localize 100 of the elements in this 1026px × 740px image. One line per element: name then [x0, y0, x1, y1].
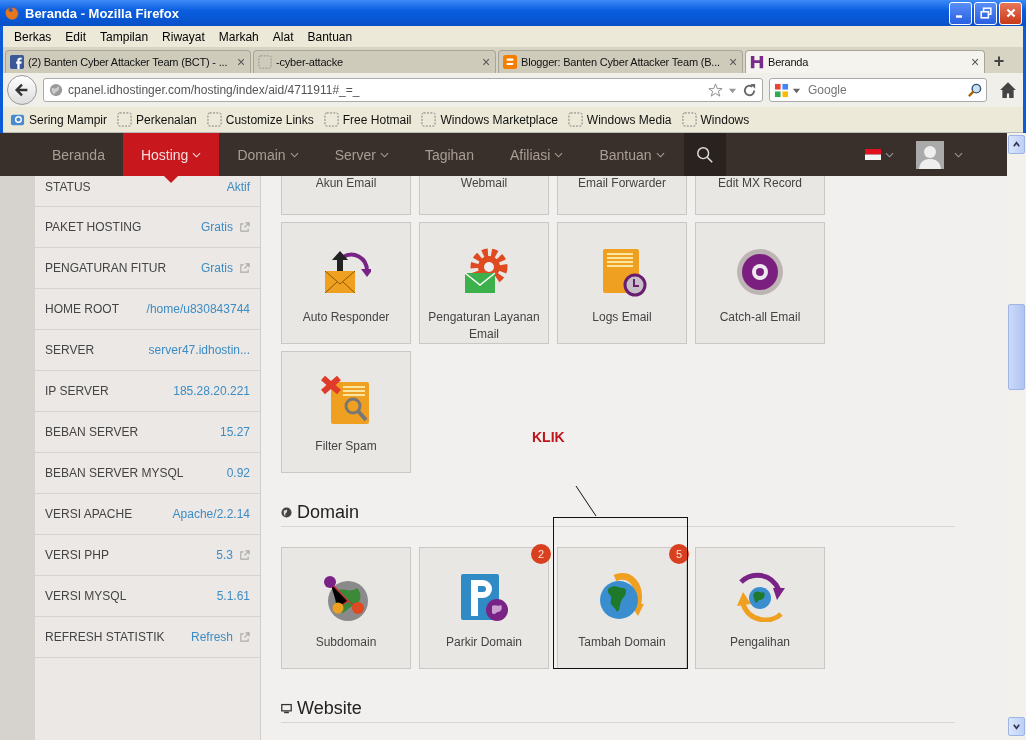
page-icon [323, 112, 339, 127]
scroll-thumb[interactable] [1008, 304, 1025, 390]
new-tab-button[interactable]: + [987, 50, 1011, 73]
bookmark-item[interactable]: Perkenalan [112, 112, 202, 127]
page-icon [258, 55, 272, 69]
bookmark-item[interactable]: Windows Marketplace [416, 112, 563, 127]
tile-label: Parkir Domain [445, 634, 523, 651]
flag-icon [865, 149, 881, 160]
menu-item[interactable]: Edit [58, 29, 94, 44]
tile-label: Edit MX Record [717, 175, 803, 192]
stat-label: BEBAN SERVER [45, 425, 140, 439]
globe-icon [49, 83, 63, 97]
chevron-down-icon [885, 151, 894, 158]
tab-close-button[interactable]: × [237, 54, 245, 70]
nav-tab[interactable]: Tagihan [406, 133, 492, 176]
tab-close-button[interactable]: × [482, 54, 490, 70]
feature-tile[interactable]: Email Forwarder [557, 176, 687, 215]
tile-label: Catch-all Email [718, 309, 802, 326]
tile-label: Subdomain [314, 634, 378, 651]
nav-tab[interactable]: Domain [219, 133, 317, 176]
feature-tile[interactable]: Akun Email [281, 176, 411, 215]
back-button[interactable] [7, 75, 37, 105]
feature-tile[interactable]: Catch-all Email [695, 222, 825, 344]
stat-label: BEBAN SERVER MYSQL [45, 466, 185, 480]
tab-close-button[interactable]: × [729, 54, 737, 70]
firefox-icon [4, 5, 20, 21]
tile-label: Akun Email [314, 175, 378, 192]
document-magnifier-icon [321, 376, 371, 426]
bookmark-item[interactable]: Free Hotmail [318, 112, 417, 127]
stat-label: PAKET HOSTING [45, 220, 143, 234]
browser-tab[interactable]: (2) Banten Cyber Attacker Team (BCT) - ... × [5, 50, 251, 73]
search-button[interactable] [683, 133, 726, 176]
search-input[interactable]: Google [804, 83, 964, 97]
address-field[interactable]: cpanel.idhostinger.com/hosting/index/aid/4711911#_=_ [43, 78, 763, 102]
folder-icon [10, 112, 25, 127]
bookmark-item[interactable]: Windows Media [562, 112, 677, 127]
menu-item[interactable]: Berkas [7, 29, 59, 44]
tile-label: Filter Spam [314, 438, 378, 455]
feature-tile[interactable]: Pengaturan Layanan Email [419, 222, 549, 344]
scroll-up-button[interactable] [1008, 135, 1025, 154]
search-icon [695, 145, 714, 164]
bookmark-item[interactable]: Customize Links [201, 112, 319, 127]
parking-globe-icon [459, 572, 509, 622]
bookmark-item[interactable]: Windows [676, 112, 755, 127]
menu-item[interactable]: Riwayat [155, 29, 212, 44]
feature-tile[interactable]: Logs Email [557, 222, 687, 344]
home-icon[interactable] [999, 81, 1017, 99]
browser-tab[interactable]: Blogger: Banten Cyber Attacker Team (B... × [498, 50, 743, 73]
globe-icon [281, 506, 292, 518]
chevron-up-icon [1012, 140, 1021, 149]
browser-tab[interactable]: Beranda × [745, 50, 985, 73]
menu-item[interactable]: Markah [211, 29, 266, 44]
tile-label: Pengaturan Layanan Email [427, 309, 541, 343]
chevron-down-icon [954, 151, 963, 158]
feature-tile[interactable]: Tambah Domain 5 [557, 547, 687, 669]
star-icon[interactable] [708, 82, 723, 98]
stat-label: VERSI PHP [45, 548, 111, 562]
feature-tile[interactable]: Parkir Domain 2 [419, 547, 549, 669]
monitor-icon [281, 702, 292, 714]
menu-item[interactable]: Alat [265, 29, 301, 44]
feature-tile[interactable]: Edit MX Record [695, 176, 825, 215]
scroll-down-button[interactable] [1008, 717, 1025, 736]
stat-label: IP SERVER [45, 384, 110, 398]
feature-tile[interactable]: Auto Responder [281, 222, 411, 344]
close-icon [1004, 7, 1017, 19]
nav-tab[interactable]: Bantuan [581, 133, 683, 176]
feature-tile[interactable]: Webmail [419, 176, 549, 215]
tile-label: Tambah Domain [577, 634, 667, 651]
google-icon [774, 82, 789, 98]
page-icon [117, 112, 133, 127]
stat-label: STATUS [45, 180, 92, 194]
bookmark-item[interactable]: Sering Mampir [5, 112, 113, 127]
nav-tab[interactable]: Beranda [34, 133, 123, 176]
search-field[interactable]: Google [769, 78, 987, 102]
count-badge: 5 [669, 544, 689, 564]
count-badge: 2 [531, 544, 551, 564]
annotation-text: KLIK [532, 429, 565, 445]
feature-tile[interactable]: Subdomain [281, 547, 411, 669]
reload-icon[interactable] [742, 82, 757, 98]
close-button[interactable] [999, 1, 1022, 25]
nav-tab[interactable]: Afiliasi [491, 133, 582, 176]
tab-close-button[interactable]: × [971, 54, 979, 70]
nav-tab[interactable]: Server [316, 133, 407, 176]
chevron-down-icon [1012, 722, 1021, 731]
stat-label: REFRESH STATISTIK [45, 630, 166, 644]
page-icon [206, 112, 222, 127]
menu-item[interactable]: Tampilan [93, 29, 156, 44]
feature-tile[interactable]: Filter Spam [281, 351, 411, 473]
stat-label: PENGATURAN FITUR [45, 261, 168, 275]
feature-tile[interactable]: Pengalihan [695, 547, 825, 669]
facebook-icon [10, 55, 24, 69]
scrollbar[interactable] [1007, 133, 1026, 740]
tile-label: Webmail [459, 175, 509, 192]
browser-tab[interactable]: -cyber-attacke × [253, 50, 496, 73]
menu-item[interactable]: Bantuan [300, 29, 360, 44]
tile-label: Auto Responder [301, 309, 391, 326]
globe-arrows-icon [735, 572, 785, 622]
minimize-button[interactable] [949, 1, 972, 25]
search-icon[interactable] [967, 82, 982, 98]
restore-button[interactable] [974, 1, 997, 25]
